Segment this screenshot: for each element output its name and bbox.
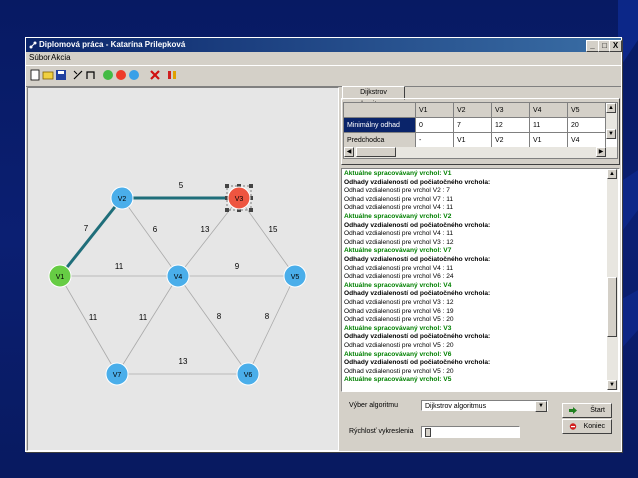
path-tool-icon[interactable] [85,69,97,81]
start-button[interactable]: Štart [562,403,612,418]
table-row-label[interactable]: Predchodca [344,133,416,148]
log-line: Odhad vzdialenosti pre vrchol V6 : 24 [344,273,454,281]
table-horizontal-scrollbar[interactable]: ◀ ▶ [344,147,617,158]
end-button-label: Koniec [583,423,605,430]
end-button[interactable]: Koniec [562,419,612,434]
close-button[interactable]: X [609,40,622,52]
log-line: Odhad vzdialenosti pre vrchol V4 : 11 [344,264,454,272]
log-line: Aktuálne spracovávaný vrchol: V2 [344,213,452,220]
log-line: Odhady vzdialeností od počiatočného vrch… [344,256,491,263]
log-scroll-up-icon[interactable]: ▲ [607,169,617,179]
table-header-cell: V5 [568,103,606,118]
log-line: Odhady vzdialeností od počiatočného vrch… [344,178,491,186]
table-cell[interactable]: - [416,133,454,148]
log-vertical-scrollbar[interactable]: ▲ ▼ [607,169,618,390]
log-line: Odhady vzdialeností od počiatočného vrch… [344,290,491,298]
table-cell[interactable]: 20 [568,118,606,133]
window-title: Diplomová práca - Katarína Prilepková [39,40,186,49]
new-file-icon[interactable] [29,69,41,81]
log-line: Odhad vzdialenosti pre vrchol V3 : 12 [344,238,454,246]
log-line: Odhady vzdialeností od počiatočného vrch… [344,221,491,229]
algorithm-select-value: Dijkstrov algoritmus [425,403,487,410]
table-header-cell: V3 [492,103,530,118]
algorithm-log: Aktuálne spracovávaný vrchol: V1 Odhady v… [341,168,620,392]
exit-icon [569,423,577,430]
table-header-cell: V4 [530,103,568,118]
log-line: Aktuálne spracovávaný vrchol: V6 [344,350,452,358]
speed-slider[interactable] [421,426,520,438]
log-line: Odhady vzdialeností od počiatočného vrch… [344,359,491,367]
delete-icon[interactable] [149,69,161,81]
graph-canvas[interactable] [27,87,339,451]
chevron-down-icon[interactable]: ▼ [535,401,547,412]
log-line: Odhad vzdialenosti pre vrchol V5 : 20 [344,316,454,324]
blue-node-icon[interactable] [128,69,140,81]
speed-label: Rýchlosť vykreslenia [349,428,414,435]
toolbar [26,65,621,87]
table-scroll-up-icon[interactable]: ▲ [606,103,616,113]
app-icon [29,41,37,49]
table-cell[interactable]: V1 [530,133,568,148]
open-folder-icon[interactable] [42,69,54,81]
add-edge-icon[interactable] [72,69,84,81]
menu-bar: Súbor Akcia [26,52,621,64]
log-line: Odhad vzdialenosti pre vrchol V3 : 12 [344,299,454,306]
save-icon[interactable] [55,69,67,81]
title-bar: Diplomová práca - Katarína Prilepková _ … [26,38,622,52]
table-cell[interactable]: V1 [454,133,492,148]
table-header-cell: V2 [454,103,492,118]
table-cell[interactable]: V2 [492,133,530,148]
log-line: Aktuálne spracovávaný vrchol: V1 [344,170,452,177]
log-line: Odhady vzdialeností od počiatočného vrch… [344,333,491,341]
menu-file[interactable]: Súbor [29,52,50,64]
table-cell[interactable]: 7 [454,118,492,133]
log-line: Aktuálne spracovávaný vrchol: V3 [344,324,452,332]
table-scroll-right-icon[interactable]: ▶ [596,147,606,157]
log-line: Aktuálne spracovávaný vrchol: V7 [344,247,452,255]
log-line: Odhad vzdialenosti pre vrchol V5 : 20 [344,367,454,375]
log-line: Odhad vzdialenosti pre vrchol V6 : 19 [344,307,454,315]
log-line: Odhad vzdialenosti pre vrchol V2 : 7 [344,187,450,195]
log-line: Odhad vzdialenosti pre vrchol V4 : 11 [344,204,454,212]
table-cell[interactable]: 11 [530,118,568,133]
table-scroll-thumb[interactable] [356,147,396,157]
table-cell[interactable]: 12 [492,118,530,133]
log-line: Odhad vzdialenosti pre vrchol V5 : 20 [344,342,454,349]
log-line: Odhad vzdialenosti pre vrchol V7 : 11 [344,195,454,203]
table-header-cell: V1 [416,103,454,118]
green-node-icon[interactable] [102,69,114,81]
table-scroll-down-icon[interactable]: ▼ [606,129,616,139]
table-header-cell [344,103,416,118]
start-button-label: Štart [590,407,605,414]
table-vertical-scrollbar[interactable]: ▲ ▼ [606,103,617,139]
table-cell[interactable]: 0 [416,118,454,133]
log-scroll-thumb[interactable] [607,277,617,337]
arrow-right-icon [569,407,577,414]
speed-slider-thumb[interactable] [425,428,431,437]
menu-action[interactable]: Akcia [51,52,71,64]
log-line: Aktuálne spracovávaný vrchol: V5 [344,376,452,384]
app-window: Diplomová práca - Katarína Prilepková _ … [25,37,622,452]
log-scroll-down-icon[interactable]: ▼ [607,380,617,390]
table-scroll-left-icon[interactable]: ◀ [344,147,354,157]
table-row-label[interactable]: Minimálny odhad [344,118,416,133]
algorithm-select[interactable]: Dijkstrov algoritmus ▼ [421,400,548,412]
distance-table: V1 V2 V3 V4 V5 Minimálny odhad 0 7 12 11 20 Predcho… [343,102,618,159]
log-line: Odhad vzdialenosti pre vrchol V4 : 11 [344,230,454,238]
algorithm-label: Výber algoritmu [349,402,399,409]
red-node-icon[interactable] [115,69,127,81]
log-line: Aktuálne spracovávaný vrchol: V4 [344,281,452,289]
settings-icon[interactable] [166,69,178,81]
table-cell[interactable]: V4 [568,133,606,148]
